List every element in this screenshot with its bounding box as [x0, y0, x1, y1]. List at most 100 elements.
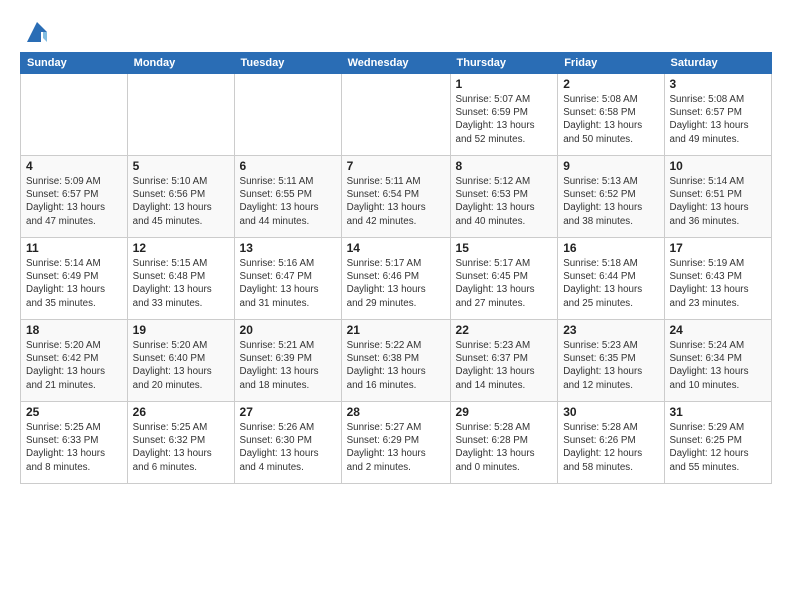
day-number: 3 [670, 77, 767, 91]
day-info: Sunrise: 5:25 AM Sunset: 6:33 PM Dayligh… [26, 421, 122, 474]
day-info: Sunrise: 5:16 AM Sunset: 6:47 PM Dayligh… [240, 257, 336, 310]
calendar-cell: 4 Sunrise: 5:09 AM Sunset: 6:57 PM Daylig… [21, 156, 128, 238]
day-number: 31 [670, 405, 767, 419]
day-info: Sunrise: 5:29 AM Sunset: 6:25 PM Dayligh… [670, 421, 767, 474]
calendar-cell: 22 Sunrise: 5:23 AM Sunset: 6:37 PM Dayli… [450, 320, 558, 402]
calendar-cell: 3 Sunrise: 5:08 AM Sunset: 6:57 PM Daylig… [664, 74, 772, 156]
calendar-cell: 11Sunrise: 5:14 AM Sunset: 6:49 PM Dayli… [21, 238, 128, 320]
day-info: Sunrise: 5:14 AM Sunset: 6:51 PM Dayligh… [670, 175, 767, 228]
weekday-header-saturday: Saturday [664, 53, 772, 74]
day-info: Sunrise: 5:17 AM Sunset: 6:46 PM Dayligh… [347, 257, 445, 310]
week-row-4: 18 Sunrise: 5:20 AM Sunset: 6:42 PM Dayli… [21, 320, 772, 402]
day-info: Sunrise: 5:27 AM Sunset: 6:29 PM Dayligh… [347, 421, 445, 474]
calendar-cell [127, 74, 234, 156]
calendar-cell [21, 74, 128, 156]
day-number: 18 [26, 323, 122, 337]
calendar-cell: 17 Sunrise: 5:19 AM Sunset: 6:43 PM Dayli… [664, 238, 772, 320]
day-info: Sunrise: 5:19 AM Sunset: 6:43 PM Dayligh… [670, 257, 767, 310]
day-number: 28 [347, 405, 445, 419]
calendar-cell: 29 Sunrise: 5:28 AM Sunset: 6:28 PM Dayli… [450, 402, 558, 484]
day-number: 9 [563, 159, 658, 173]
day-info: Sunrise: 5:13 AM Sunset: 6:52 PM Dayligh… [563, 175, 658, 228]
calendar-cell [341, 74, 450, 156]
day-number: 22 [456, 323, 553, 337]
day-number: 8 [456, 159, 553, 173]
day-info: Sunrise: 5:08 AM Sunset: 6:57 PM Dayligh… [670, 93, 767, 146]
calendar-cell: 1 Sunrise: 5:07 AM Sunset: 6:59 PM Daylig… [450, 74, 558, 156]
week-row-2: 4 Sunrise: 5:09 AM Sunset: 6:57 PM Daylig… [21, 156, 772, 238]
day-number: 15 [456, 241, 553, 255]
calendar-cell: 27 Sunrise: 5:26 AM Sunset: 6:30 PM Dayli… [234, 402, 341, 484]
logo [20, 18, 51, 46]
calendar-cell: 26 Sunrise: 5:25 AM Sunset: 6:32 PM Dayli… [127, 402, 234, 484]
calendar-cell: 6Sunrise: 5:11 AM Sunset: 6:55 PM Daylig… [234, 156, 341, 238]
day-number: 21 [347, 323, 445, 337]
weekday-header-wednesday: Wednesday [341, 53, 450, 74]
weekday-header-row: SundayMondayTuesdayWednesdayThursdayFrid… [21, 53, 772, 74]
weekday-header-monday: Monday [127, 53, 234, 74]
day-number: 16 [563, 241, 658, 255]
calendar-table: SundayMondayTuesdayWednesdayThursdayFrid… [20, 52, 772, 484]
calendar-cell [234, 74, 341, 156]
day-number: 5 [133, 159, 229, 173]
day-number: 20 [240, 323, 336, 337]
day-info: Sunrise: 5:07 AM Sunset: 6:59 PM Dayligh… [456, 93, 553, 146]
calendar-cell: 31 Sunrise: 5:29 AM Sunset: 6:25 PM Dayli… [664, 402, 772, 484]
calendar-cell: 18 Sunrise: 5:20 AM Sunset: 6:42 PM Dayli… [21, 320, 128, 402]
day-info: Sunrise: 5:09 AM Sunset: 6:57 PM Dayligh… [26, 175, 122, 228]
day-info: Sunrise: 5:08 AM Sunset: 6:58 PM Dayligh… [563, 93, 658, 146]
calendar-cell: 5Sunrise: 5:10 AM Sunset: 6:56 PM Daylig… [127, 156, 234, 238]
calendar-cell: 7 Sunrise: 5:11 AM Sunset: 6:54 PM Daylig… [341, 156, 450, 238]
calendar-cell: 24 Sunrise: 5:24 AM Sunset: 6:34 PM Dayli… [664, 320, 772, 402]
day-number: 17 [670, 241, 767, 255]
calendar-cell: 25 Sunrise: 5:25 AM Sunset: 6:33 PM Dayli… [21, 402, 128, 484]
calendar-cell: 12Sunrise: 5:15 AM Sunset: 6:48 PM Dayli… [127, 238, 234, 320]
day-info: Sunrise: 5:11 AM Sunset: 6:54 PM Dayligh… [347, 175, 445, 228]
calendar-cell: 15Sunrise: 5:17 AM Sunset: 6:45 PM Dayli… [450, 238, 558, 320]
weekday-header-friday: Friday [558, 53, 664, 74]
day-info: Sunrise: 5:20 AM Sunset: 6:42 PM Dayligh… [26, 339, 122, 392]
day-number: 10 [670, 159, 767, 173]
calendar-cell: 16 Sunrise: 5:18 AM Sunset: 6:44 PM Dayli… [558, 238, 664, 320]
day-number: 13 [240, 241, 336, 255]
day-info: Sunrise: 5:15 AM Sunset: 6:48 PM Dayligh… [133, 257, 229, 310]
day-number: 27 [240, 405, 336, 419]
day-number: 29 [456, 405, 553, 419]
day-info: Sunrise: 5:26 AM Sunset: 6:30 PM Dayligh… [240, 421, 336, 474]
calendar-cell: 20 Sunrise: 5:21 AM Sunset: 6:39 PM Dayli… [234, 320, 341, 402]
weekday-header-sunday: Sunday [21, 53, 128, 74]
day-info: Sunrise: 5:22 AM Sunset: 6:38 PM Dayligh… [347, 339, 445, 392]
weekday-header-thursday: Thursday [450, 53, 558, 74]
day-number: 24 [670, 323, 767, 337]
day-info: Sunrise: 5:28 AM Sunset: 6:26 PM Dayligh… [563, 421, 658, 474]
day-number: 1 [456, 77, 553, 91]
day-info: Sunrise: 5:11 AM Sunset: 6:55 PM Dayligh… [240, 175, 336, 228]
day-info: Sunrise: 5:28 AM Sunset: 6:28 PM Dayligh… [456, 421, 553, 474]
weekday-header-tuesday: Tuesday [234, 53, 341, 74]
calendar-cell: 30 Sunrise: 5:28 AM Sunset: 6:26 PM Dayli… [558, 402, 664, 484]
week-row-5: 25 Sunrise: 5:25 AM Sunset: 6:33 PM Dayli… [21, 402, 772, 484]
day-number: 4 [26, 159, 122, 173]
week-row-1: 1 Sunrise: 5:07 AM Sunset: 6:59 PM Daylig… [21, 74, 772, 156]
calendar-cell: 23 Sunrise: 5:23 AM Sunset: 6:35 PM Dayli… [558, 320, 664, 402]
day-info: Sunrise: 5:12 AM Sunset: 6:53 PM Dayligh… [456, 175, 553, 228]
day-number: 7 [347, 159, 445, 173]
day-number: 23 [563, 323, 658, 337]
logo-icon [23, 18, 51, 46]
day-info: Sunrise: 5:25 AM Sunset: 6:32 PM Dayligh… [133, 421, 229, 474]
calendar-cell: 2Sunrise: 5:08 AM Sunset: 6:58 PM Daylig… [558, 74, 664, 156]
calendar-cell: 28 Sunrise: 5:27 AM Sunset: 6:29 PM Dayli… [341, 402, 450, 484]
calendar-cell: 14Sunrise: 5:17 AM Sunset: 6:46 PM Dayli… [341, 238, 450, 320]
day-info: Sunrise: 5:24 AM Sunset: 6:34 PM Dayligh… [670, 339, 767, 392]
day-info: Sunrise: 5:21 AM Sunset: 6:39 PM Dayligh… [240, 339, 336, 392]
calendar-cell: 19Sunrise: 5:20 AM Sunset: 6:40 PM Dayli… [127, 320, 234, 402]
day-number: 26 [133, 405, 229, 419]
calendar-cell: 21 Sunrise: 5:22 AM Sunset: 6:38 PM Dayli… [341, 320, 450, 402]
day-number: 30 [563, 405, 658, 419]
calendar-cell: 9 Sunrise: 5:13 AM Sunset: 6:52 PM Daylig… [558, 156, 664, 238]
day-info: Sunrise: 5:23 AM Sunset: 6:35 PM Dayligh… [563, 339, 658, 392]
day-number: 25 [26, 405, 122, 419]
day-info: Sunrise: 5:23 AM Sunset: 6:37 PM Dayligh… [456, 339, 553, 392]
day-info: Sunrise: 5:14 AM Sunset: 6:49 PM Dayligh… [26, 257, 122, 310]
day-info: Sunrise: 5:18 AM Sunset: 6:44 PM Dayligh… [563, 257, 658, 310]
